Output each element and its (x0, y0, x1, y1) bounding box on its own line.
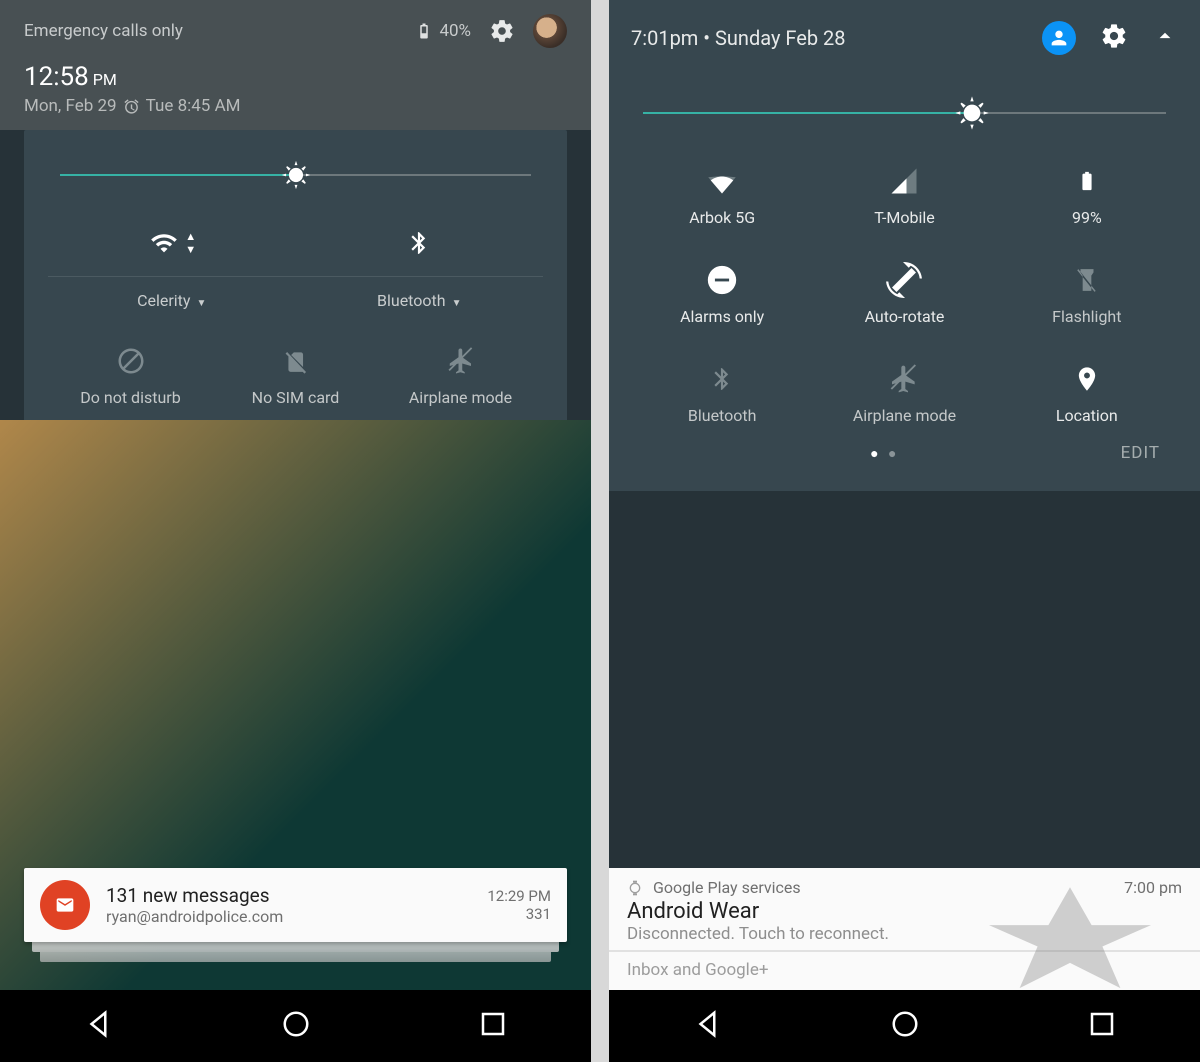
sim-label: No SIM card (213, 388, 378, 407)
page-indicator[interactable]: ● ● (649, 445, 1121, 462)
edit-button[interactable]: EDIT (1121, 443, 1160, 463)
location-icon (1073, 361, 1101, 397)
brightness-slider[interactable] (60, 158, 531, 192)
notif-more-label: Inbox and Google+ (627, 960, 768, 980)
gmail-icon (40, 880, 90, 930)
notif-time: 12:29 PM (487, 887, 551, 905)
bluetooth-tile[interactable]: Bluetooth▼ (296, 218, 544, 312)
alarms-only-label: Alarms only (631, 307, 813, 326)
notification-summary[interactable]: Inbox and Google+ (609, 952, 1200, 990)
battery-icon (415, 20, 433, 42)
phone-screenshot-right: 7:01pm • Sunday Feb 28 Arbok 5G (609, 0, 1200, 1062)
flashlight-icon (1074, 263, 1100, 297)
autorotate-icon (886, 262, 922, 298)
notif-title: 131 new messages (106, 884, 487, 907)
datetime-block[interactable]: 12:58PM Mon, Feb 29 Tue 8:45 AM (0, 62, 591, 130)
battery-label: 99% (996, 208, 1178, 227)
signal-label: T-Mobile (813, 208, 995, 227)
bluetooth-dropdown[interactable]: Bluetooth▼ (296, 285, 544, 312)
statusbar: 7:01pm • Sunday Feb 28 (609, 0, 1200, 76)
wifi-icon (147, 229, 181, 257)
home-button[interactable] (281, 1009, 311, 1043)
autorotate-tile[interactable]: Auto-rotate (813, 257, 995, 326)
notification-card[interactable]: Google Play services 7:00 pm Android Wea… (609, 868, 1200, 950)
signal-tile[interactable]: T-Mobile (813, 158, 995, 227)
autorotate-label: Auto-rotate (813, 307, 995, 326)
alarms-only-tile[interactable]: Alarms only (631, 257, 813, 326)
signal-icon (889, 166, 919, 196)
brightness-icon[interactable] (279, 158, 313, 192)
date-label: Mon, Feb 29 (24, 96, 117, 116)
settings-icon[interactable] (489, 18, 515, 44)
airplane-label: Airplane mode (813, 406, 995, 425)
wifi-tile[interactable]: Arbok 5G (631, 158, 813, 227)
bluetooth-icon (406, 226, 432, 260)
dnd-tile[interactable]: Do not disturb (48, 338, 213, 407)
recents-button[interactable] (1087, 1009, 1117, 1043)
divider (48, 276, 296, 277)
wifi-tile[interactable]: ▲▼ Celerity▼ (48, 218, 296, 312)
navigation-bar (0, 990, 591, 1062)
battery-icon (1076, 164, 1098, 198)
sim-tile[interactable]: No SIM card (213, 338, 378, 407)
battery-indicator: 40% (415, 20, 471, 42)
user-icon[interactable] (1042, 21, 1076, 55)
flashlight-label: Flashlight (996, 307, 1178, 326)
no-sim-icon (283, 345, 309, 377)
notif-title: Android Wear (627, 899, 1182, 924)
location-label: Location (996, 406, 1178, 425)
notif-time: 7:00 pm (1124, 878, 1182, 897)
brightness-icon[interactable] (952, 93, 992, 133)
flashlight-tile[interactable]: Flashlight (996, 257, 1178, 326)
notification-card[interactable]: 131 new messages ryan@androidpolice.com … (24, 868, 567, 962)
settings-icon[interactable] (1100, 22, 1128, 55)
notification-area: Google Play services 7:00 pm Android Wea… (609, 868, 1200, 990)
alarms-only-icon (705, 263, 739, 297)
airplane-tile[interactable]: Airplane mode (813, 356, 995, 425)
quick-settings-panel: Arbok 5G T-Mobile 99% Alarms only Auto-r… (609, 76, 1200, 491)
battery-tile[interactable]: 99% (996, 158, 1178, 227)
avatar[interactable] (533, 14, 567, 48)
collapse-icon[interactable] (1152, 23, 1178, 54)
clock-ampm: PM (93, 70, 117, 89)
statusbar: Emergency calls only 40% (0, 0, 591, 62)
notif-subtitle: ryan@androidpolice.com (106, 907, 487, 926)
stacked-notif-hint (32, 942, 559, 952)
back-button[interactable] (84, 1009, 114, 1043)
back-button[interactable] (693, 1009, 723, 1043)
airplane-icon (446, 346, 476, 376)
wifi-label: Arbok 5G (631, 208, 813, 227)
wifi-icon (704, 166, 740, 196)
alarm-label: Tue 8:45 AM (146, 96, 241, 116)
airplane-label: Airplane mode (378, 388, 543, 407)
slider-fill (60, 174, 296, 176)
bluetooth-icon (709, 361, 735, 397)
notif-app: Google Play services (653, 878, 801, 897)
phone-screenshot-left: Emergency calls only 40% 12:58PM Mon, Fe… (0, 0, 591, 1062)
alarm-icon (123, 98, 140, 115)
navigation-bar (609, 990, 1200, 1062)
emergency-label: Emergency calls only (24, 21, 183, 41)
battery-pct: 40% (439, 21, 471, 41)
divider (296, 276, 544, 277)
notif-count: 331 (487, 905, 551, 923)
brightness-slider[interactable] (643, 96, 1166, 130)
recents-button[interactable] (478, 1009, 508, 1043)
watch-icon (627, 880, 643, 896)
location-tile[interactable]: Location (996, 356, 1178, 425)
dnd-label: Do not disturb (48, 388, 213, 407)
airplane-tile[interactable]: Airplane mode (378, 338, 543, 407)
datetime-label[interactable]: 7:01pm • Sunday Feb 28 (631, 26, 846, 50)
airplane-icon (888, 363, 920, 395)
bluetooth-label: Bluetooth (631, 406, 813, 425)
clock-time: 12:58 (24, 62, 89, 92)
notif-subtitle: Disconnected. Touch to reconnect. (627, 924, 1182, 944)
stacked-notif-hint (40, 952, 551, 962)
home-button[interactable] (890, 1009, 920, 1043)
dnd-icon (116, 346, 146, 376)
bluetooth-tile[interactable]: Bluetooth (631, 356, 813, 425)
wifi-dropdown[interactable]: Celerity▼ (48, 285, 296, 312)
slider-fill (643, 112, 972, 114)
